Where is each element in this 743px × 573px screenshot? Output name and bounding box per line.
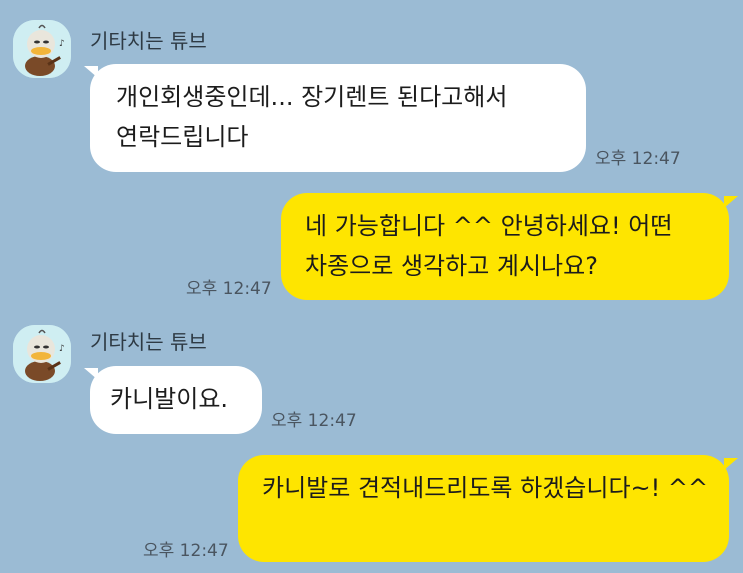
bubble-tail <box>724 458 738 470</box>
message-bubble-outgoing[interactable]: 카니발로 견적내드리도록 하겠습니다~! ^^ <box>238 455 729 562</box>
message-text: 카니발이요. <box>110 385 229 413</box>
sender-name: 기타치는 튜브 <box>90 330 207 354</box>
message-timestamp: 오후 12:47 <box>595 149 681 169</box>
message-timestamp: 오후 12:47 <box>271 411 357 431</box>
bubble-tail <box>724 196 738 208</box>
svg-text:♪: ♪ <box>59 39 65 49</box>
message-bubble-incoming[interactable]: 개인회생중인데... 장기렌트 된다고해서 연락드립니다 <box>90 64 586 172</box>
message-text: 카니발로 견적내드리도록 하겠습니다~! ^^ <box>262 474 709 502</box>
sender-name: 기타치는 튜브 <box>90 29 207 53</box>
message-timestamp: 오후 12:47 <box>186 279 272 299</box>
message-text: 개인회생중인데... 장기렌트 된다고해서 연락드립니다 <box>116 83 508 151</box>
message-text: 네 가능합니다 ^^ 안녕하세요! 어떤 차종으로 생각하고 계시나요? <box>305 212 673 280</box>
svg-text:♪: ♪ <box>59 344 65 354</box>
message-timestamp: 오후 12:47 <box>143 541 229 561</box>
avatar[interactable]: ♪ <box>13 20 71 78</box>
message-bubble-incoming[interactable]: 카니발이요. <box>90 366 262 434</box>
message-bubble-outgoing[interactable]: 네 가능합니다 ^^ 안녕하세요! 어떤 차종으로 생각하고 계시나요? <box>281 193 729 300</box>
avatar[interactable]: ♪ <box>13 325 71 383</box>
